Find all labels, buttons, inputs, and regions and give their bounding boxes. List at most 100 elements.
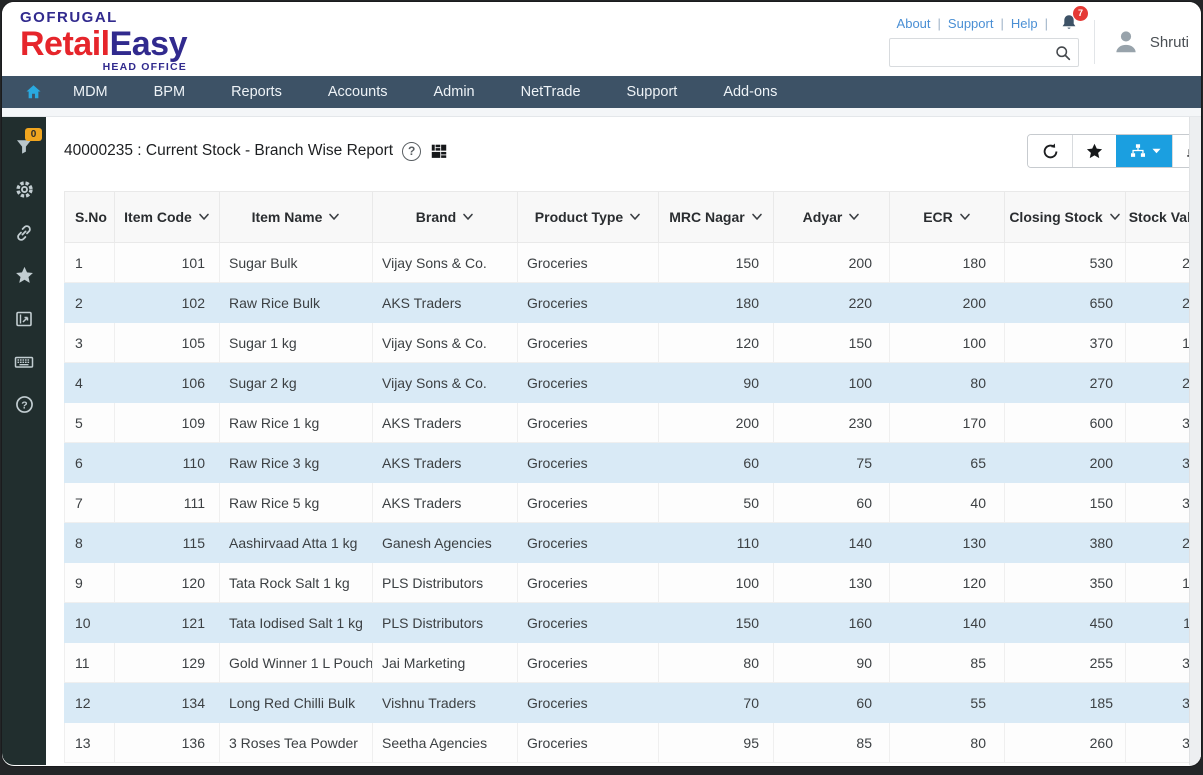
column-header-closing-stock[interactable]: Closing Stock	[1005, 192, 1126, 243]
cell-brand: Jai Marketing	[373, 643, 518, 683]
column-label: MRC Nagar	[669, 209, 744, 225]
cell-item-name: Tata Iodised Salt 1 kg	[220, 603, 373, 643]
column-label: Adyar	[803, 209, 843, 225]
popout-window-glyph	[14, 309, 34, 329]
table-row[interactable]: 3105Sugar 1 kgVijay Sons & Co.Groceries1…	[65, 323, 1202, 363]
nav-item-reports[interactable]: Reports	[208, 76, 305, 108]
cell-s-no: 8	[65, 523, 115, 563]
topbar-right: About|Support|Help| 7	[889, 12, 1079, 67]
cell-item-code: 121	[115, 603, 220, 643]
column-label: Closing Stock	[1009, 209, 1102, 225]
table-row[interactable]: 5109Raw Rice 1 kgAKS TradersGroceries200…	[65, 403, 1202, 443]
table-row[interactable]: 8115Aashirvaad Atta 1 kgGanesh AgenciesG…	[65, 523, 1202, 563]
table-row[interactable]: 6110Raw Rice 3 kgAKS TradersGroceries607…	[65, 443, 1202, 483]
bell-icon[interactable]: 7	[1057, 13, 1079, 33]
column-header-adyar[interactable]: Adyar	[774, 192, 890, 243]
keyboard-icon[interactable]	[2, 340, 46, 383]
cell-item-code: 106	[115, 363, 220, 403]
column-header-mrc-nagar[interactable]: MRC Nagar	[659, 192, 774, 243]
cell-item-name: Raw Rice Bulk	[220, 283, 373, 323]
table-row[interactable]: 11129Gold Winner 1 L PouchJai MarketingG…	[65, 643, 1202, 683]
cell-closing-stock: 600	[1005, 403, 1126, 443]
link-help[interactable]: Help	[1011, 16, 1038, 31]
table-row[interactable]: 7111Raw Rice 5 kgAKS TradersGroceries506…	[65, 483, 1202, 523]
table-row[interactable]: 131363 Roses Tea PowderSeetha AgenciesGr…	[65, 723, 1202, 763]
cell-ecr: 85	[890, 643, 1005, 683]
svg-text:?: ?	[21, 399, 27, 411]
cell-s-no: 4	[65, 363, 115, 403]
link-about[interactable]: About	[897, 16, 931, 31]
brand-logo: GOFRUGAL RetailEasy HEAD OFFICE	[20, 10, 187, 73]
cell-closing-stock: 350	[1005, 563, 1126, 603]
cell-closing-stock: 370	[1005, 323, 1126, 363]
cell-brand: Ganesh Agencies	[373, 523, 518, 563]
nav-item-nettrade[interactable]: NetTrade	[498, 76, 604, 108]
table-row[interactable]: 1101Sugar BulkVijay Sons & Co.Groceries1…	[65, 243, 1202, 283]
header-row: S.NoItem CodeItem NameBrandProduct TypeM…	[65, 192, 1202, 243]
favorite-button[interactable]	[1072, 135, 1116, 167]
search-icon[interactable]	[1054, 44, 1072, 62]
link-support[interactable]: Support	[948, 16, 994, 31]
main-nav: MDMBPMReportsAccountsAdminNetTradeSuppor…	[2, 76, 1201, 108]
refresh-button[interactable]	[1028, 135, 1072, 167]
cell-s-no: 1	[65, 243, 115, 283]
column-header-brand[interactable]: Brand	[373, 192, 518, 243]
filter-count-badge: 0	[25, 128, 42, 141]
user-menu[interactable]: Shruti	[1094, 20, 1189, 64]
star-icon[interactable]	[2, 254, 46, 297]
cell-item-name: Gold Winner 1 L Pouch	[220, 643, 373, 683]
hierarchy-view-icon	[1129, 142, 1147, 160]
help-icon[interactable]: ?	[2, 383, 46, 426]
filter-icon[interactable]: 0	[2, 125, 46, 168]
nav-item-admin[interactable]: Admin	[411, 76, 498, 108]
cell-closing-stock: 450	[1005, 603, 1126, 643]
cell-s-no: 7	[65, 483, 115, 523]
nav-item-support[interactable]: Support	[604, 76, 701, 108]
gear-icon[interactable]	[2, 168, 46, 211]
column-header-item-name[interactable]: Item Name	[220, 192, 373, 243]
grid-view-icon[interactable]	[430, 143, 448, 160]
cell-product-type: Groceries	[518, 683, 659, 723]
cell-product-type: Groceries	[518, 643, 659, 683]
cell-product-type: Groceries	[518, 723, 659, 763]
column-label: ECR	[923, 209, 953, 225]
cell-item-name: Long Red Chilli Bulk	[220, 683, 373, 723]
nav-item-accounts[interactable]: Accounts	[305, 76, 411, 108]
cell-s-no: 5	[65, 403, 115, 443]
sort-chevron-icon	[1109, 213, 1121, 221]
home-icon[interactable]	[16, 76, 50, 108]
brand-edition: HEAD OFFICE	[20, 62, 187, 73]
cell-item-code: 109	[115, 403, 220, 443]
cell-item-code: 136	[115, 723, 220, 763]
hierarchy-view-button[interactable]	[1116, 135, 1172, 167]
tool-sidebar: 0	[2, 117, 46, 765]
table-row[interactable]: 12134Long Red Chilli BulkVishnu TradersG…	[65, 683, 1202, 723]
table-row[interactable]: 10121Tata Iodised Salt 1 kgPLS Distribut…	[65, 603, 1202, 643]
cell-adyar: 140	[774, 523, 890, 563]
column-header-ecr[interactable]: ECR	[890, 192, 1005, 243]
cell-product-type: Groceries	[518, 443, 659, 483]
table-row[interactable]: 2102Raw Rice BulkAKS TradersGroceries180…	[65, 283, 1202, 323]
column-header-item-code[interactable]: Item Code	[115, 192, 220, 243]
table-row[interactable]: 9120Tata Rock Salt 1 kgPLS DistributorsG…	[65, 563, 1202, 603]
table-row[interactable]: 4106Sugar 2 kgVijay Sons & Co.Groceries9…	[65, 363, 1202, 403]
nav-item-bpm[interactable]: BPM	[131, 76, 208, 108]
cell-mrc-nagar: 150	[659, 603, 774, 643]
cell-product-type: Groceries	[518, 283, 659, 323]
search-input[interactable]	[898, 44, 1054, 61]
cell-adyar: 75	[774, 443, 890, 483]
keyboard-glyph	[13, 351, 35, 373]
nav-item-add-ons[interactable]: Add-ons	[700, 76, 800, 108]
cell-mrc-nagar: 150	[659, 243, 774, 283]
nav-item-mdm[interactable]: MDM	[50, 76, 131, 108]
table-body: 1101Sugar BulkVijay Sons & Co.Groceries1…	[65, 243, 1202, 763]
notification-badge: 7	[1073, 6, 1088, 21]
cell-mrc-nagar: 60	[659, 443, 774, 483]
vertical-scrollbar[interactable]	[1189, 117, 1201, 765]
column-label: Item Code	[124, 209, 192, 225]
popout-window-icon[interactable]	[2, 297, 46, 340]
column-header-product-type[interactable]: Product Type	[518, 192, 659, 243]
help-circle-icon[interactable]: ?	[402, 142, 421, 161]
link-icon[interactable]	[2, 211, 46, 254]
stock-report-table: S.NoItem CodeItem NameBrandProduct TypeM…	[64, 191, 1201, 763]
